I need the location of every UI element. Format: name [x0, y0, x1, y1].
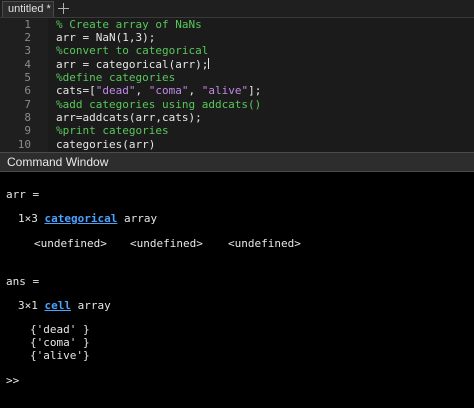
string-literal: "coma" [148, 84, 189, 97]
undefined-value: <undefined> [130, 237, 203, 250]
cell-value: {'coma' } [30, 336, 90, 349]
code-line-comment: %add categories using addcats() [56, 98, 262, 111]
size-text: array [117, 212, 158, 225]
code-line-comment: %define categories [56, 71, 176, 84]
code-line: categories(arr) [56, 138, 156, 151]
line-number: 8 [24, 111, 31, 124]
code-line: arr=addcats(arr,cats); [56, 111, 202, 124]
tab-untitled[interactable]: untitled * [2, 1, 54, 17]
command-prompt[interactable]: >> [6, 374, 19, 387]
undefined-value: <undefined> [34, 237, 107, 250]
string-literal: "dead" [95, 84, 136, 97]
line-number: 10 [17, 138, 31, 151]
line-number: 7 [24, 98, 31, 111]
cell-doc-link[interactable]: cell [45, 299, 72, 312]
code-line-comment: %print categories [56, 124, 169, 137]
cell-value: {'dead' } [30, 323, 90, 336]
line-number: 9 [24, 124, 31, 137]
line-number: 3 [24, 44, 31, 57]
categorical-doc-link[interactable]: categorical [45, 212, 118, 225]
output-ans-label: ans = [6, 275, 40, 288]
line-number-gutter: 1 2 3 4 5 6 7 8 9 10 [0, 18, 48, 152]
size-text: 3×1 [18, 299, 45, 312]
code-text: , [135, 84, 149, 97]
code-line-with-cursor: arr = categorical(arr); [56, 58, 210, 71]
undefined-value: <undefined> [228, 237, 301, 250]
code-line: arr = NaN(1,3); [56, 31, 156, 44]
size-text: array [71, 299, 111, 312]
code-text: arr = categorical(arr); [56, 58, 209, 71]
new-tab-plus-icon[interactable] [57, 1, 69, 17]
command-window[interactable]: arr = 1×3 categorical array <undefined> … [0, 172, 474, 408]
code-line-cats: cats=["dead", "coma", "alive"]; [56, 84, 261, 97]
line-number: 4 [24, 58, 31, 71]
code-line-comment: %convert to categorical [56, 44, 209, 57]
code-text: , [188, 84, 202, 97]
code-text: ]; [248, 84, 262, 97]
size-text: 1×3 [18, 212, 45, 225]
editor-tab-bar: untitled * [0, 0, 474, 18]
code-editor[interactable]: 1 2 3 4 5 6 7 8 9 10 % Create array of N… [0, 18, 474, 152]
output-arr-label: arr = [6, 188, 40, 201]
line-number: 5 [24, 71, 31, 84]
text-cursor [208, 58, 210, 69]
cell-value: {'alive'} [30, 349, 90, 362]
output-arr-size: 1×3 categorical array [18, 212, 157, 225]
code-line-comment: % Create array of NaNs [56, 18, 202, 31]
output-ans-size: 3×1 cell array [18, 299, 111, 312]
command-window-title: Command Window [0, 152, 474, 172]
line-number: 1 [24, 18, 31, 31]
code-text: cats=[ [56, 84, 96, 97]
line-number: 2 [24, 31, 31, 44]
string-literal: "alive" [201, 84, 249, 97]
line-number: 6 [24, 84, 31, 97]
